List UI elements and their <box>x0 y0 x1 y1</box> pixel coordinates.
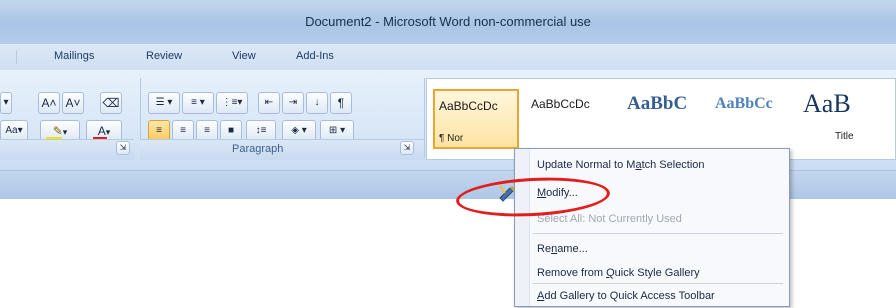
menu-item-text: Remove from <box>537 267 607 279</box>
borders-icon: ⊞ ▾ <box>328 125 346 136</box>
menu-separator <box>533 283 783 284</box>
clear-formatting-button[interactable]: ⌫ <box>100 92 122 114</box>
pilcrow-icon: ¶ <box>337 96 345 110</box>
menu-item-rename[interactable]: Rename... <box>537 243 588 255</box>
menu-separator <box>533 233 783 234</box>
grow-font-icon: A˄ <box>41 96 57 110</box>
menu-item-select-all: Select All: Not Currently Used <box>537 213 682 225</box>
shrink-font-icon: A˅ <box>65 96 81 110</box>
ribbon-tab-bar: Mailings Review View Add-Ins <box>0 44 896 70</box>
bullets-button[interactable]: ☰ ▾ <box>148 92 180 114</box>
modify-style-icon <box>498 184 516 202</box>
tab-view[interactable]: View <box>232 50 256 62</box>
style-sample: AaB <box>803 89 851 118</box>
tab-home-partial[interactable] <box>6 50 17 64</box>
font-dialog-launcher[interactable]: ⇲ <box>116 141 130 155</box>
style-tile-normal[interactable]: AaBbCcDc ¶ Nor <box>433 89 519 149</box>
style-sample: AaBbCc <box>715 95 773 112</box>
style-tile-title[interactable]: AaB Title <box>799 89 895 149</box>
window-title: Document2 - Microsoft Word non-commercia… <box>305 14 591 29</box>
menu-item-modify[interactable]: Modify... <box>537 187 578 199</box>
style-sample: AaBbCcDc <box>439 99 498 113</box>
style-tile-heading-1[interactable]: AaBbC <box>623 89 703 149</box>
font-color-icon: A <box>97 124 106 138</box>
style-tile-heading-2[interactable]: AaBbCc <box>711 89 791 149</box>
sort-icon: ↓ <box>314 97 320 108</box>
style-sample: AaBbCcDc <box>531 97 590 111</box>
align-left-icon: ≡ <box>156 125 162 136</box>
decrease-indent-button[interactable]: ⇤ <box>258 92 280 114</box>
grow-font-button[interactable]: A˄ <box>38 92 60 114</box>
menu-item-text: dd Gallery to Quick Access Toolbar <box>544 290 715 302</box>
menu-item-text: Q <box>606 267 615 279</box>
eraser-icon: ⌫ <box>102 96 120 110</box>
tab-mailings[interactable]: Mailings <box>54 50 94 62</box>
menu-item-text: tch Selection <box>641 159 705 171</box>
line-spacing-icon: ↕≡ <box>255 125 267 136</box>
font-group-footer <box>0 139 134 160</box>
style-tile-no-spacing[interactable]: AaBbCcDc <box>527 89 613 149</box>
shrink-font-button[interactable]: A˅ <box>62 92 84 114</box>
dialog-launcher-icon: ⇲ <box>119 143 127 152</box>
menu-icon-gutter <box>515 149 530 306</box>
menu-item-text: odify... <box>546 187 578 199</box>
align-right-icon: ≡ <box>204 125 210 136</box>
font-size-dropdown[interactable]: ▾ <box>0 92 12 114</box>
menu-item-text: Re <box>537 243 552 255</box>
change-case-icon: Aa▾ <box>5 125 23 136</box>
style-context-menu: Update Normal to Match Selection Modify.… <box>514 148 790 307</box>
align-center-icon: ≡ <box>180 125 186 136</box>
dialog-launcher-icon: ⇲ <box>403 143 411 152</box>
paragraph-dialog-launcher[interactable]: ⇲ <box>400 141 414 155</box>
style-name: Title <box>835 131 854 142</box>
menu-item-text: M <box>537 187 547 199</box>
multilevel-list-icon: ⋮≡▾ <box>221 97 243 108</box>
show-hide-marks-button[interactable]: ¶ <box>330 92 352 114</box>
tab-add-ins[interactable]: Add-Ins <box>296 50 334 62</box>
numbering-button[interactable]: ≡ ▾ <box>182 92 214 114</box>
title-bar: Document2 - Microsoft Word non-commercia… <box>0 0 896 44</box>
bullets-icon: ☰ ▾ <box>155 97 173 108</box>
menu-item-text: Update Normal to M <box>537 159 636 171</box>
menu-item-text: uick Style Gallery <box>614 267 700 279</box>
style-sample: AaBbC <box>627 93 688 114</box>
numbering-icon: ≡ ▾ <box>191 97 205 108</box>
style-name: ¶ Nor <box>439 133 464 144</box>
multilevel-list-button[interactable]: ⋮≡▾ <box>216 92 248 114</box>
decrease-indent-icon: ⇤ <box>264 97 274 108</box>
menu-item-update-normal[interactable]: Update Normal to Match Selection <box>537 159 705 171</box>
increase-indent-icon: ⇥ <box>288 97 298 108</box>
tab-review[interactable]: Review <box>146 50 182 62</box>
menu-item-remove-from-gallery[interactable]: Remove from Quick Style Gallery <box>537 267 700 279</box>
justify-icon: ■ <box>227 125 235 136</box>
group-separator <box>424 78 425 158</box>
increase-indent-button[interactable]: ⇥ <box>282 92 304 114</box>
menu-item-add-to-qat[interactable]: Add Gallery to Quick Access Toolbar <box>537 290 715 302</box>
highlighter-icon: ✎ <box>52 124 63 138</box>
paint-bucket-icon: ◈ ▾ <box>291 125 307 136</box>
menu-item-text: ame... <box>557 243 588 255</box>
sort-button[interactable]: ↓ <box>306 92 328 114</box>
paragraph-group-label: Paragraph <box>232 143 284 155</box>
